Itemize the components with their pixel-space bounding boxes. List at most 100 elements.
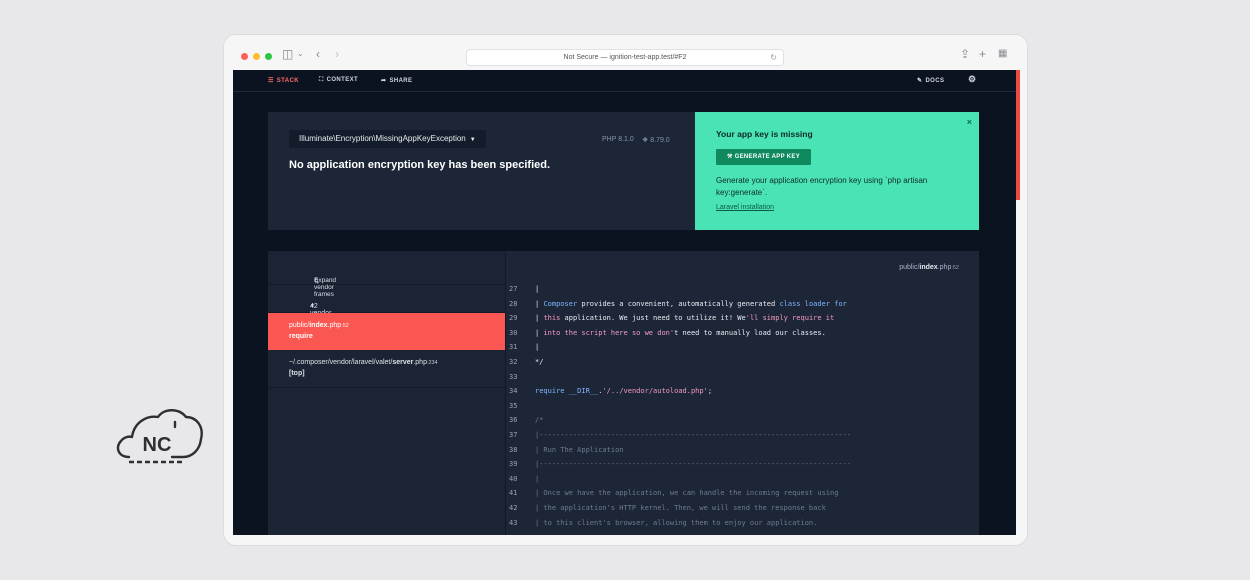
php-version: PHP 8.1.0 xyxy=(602,136,634,143)
code-line: 33 xyxy=(505,373,979,387)
laravel-installation-link[interactable]: Laravel installation xyxy=(716,204,774,211)
chevron-down-icon: ▼ xyxy=(310,303,315,309)
line-number: 27 xyxy=(509,285,518,293)
code-text: /* xyxy=(535,416,544,425)
code-snippet: 27 | 28 | Composer provides a convenient, a… xyxy=(505,285,979,535)
sidebar-toggle-icon[interactable]: ◫ xyxy=(282,47,293,61)
line-number: 35 xyxy=(509,401,518,410)
forward-icon[interactable]: › xyxy=(335,47,339,61)
code-text: | to this client's browser, allowing the… xyxy=(535,518,818,527)
code-line: 29 | this application. We just need to ut… xyxy=(505,314,979,328)
line-number: 36 xyxy=(509,416,518,425)
browser-window: ◫ ⌄ ‹ › Not Secure — ignition-test-app.t… xyxy=(224,35,1027,545)
minimize-window-button[interactable] xyxy=(253,53,260,60)
code-text: | this application. We just need to util… xyxy=(535,314,835,323)
stack-trace-panel: ⇅ Expand vendor frames 42 vendor frames … xyxy=(268,251,979,535)
code-text: |---------------------------------------… xyxy=(535,431,852,439)
code-line: 43 | to this client's browser, allowing t… xyxy=(505,519,979,533)
chevron-down-icon[interactable]: ⌄ xyxy=(297,47,304,61)
line-number: 30 xyxy=(509,328,518,337)
chevron-down-icon: ▼ xyxy=(469,137,476,143)
tab-overview-icon[interactable]: ▦ xyxy=(998,47,1007,61)
line-number: 29 xyxy=(509,314,518,323)
code-line: 41 | Once we have the application, we can… xyxy=(505,489,979,503)
tab-context[interactable]: ⛶ CONTEXT xyxy=(319,77,358,84)
zoom-window-button[interactable] xyxy=(265,53,272,60)
code-line: 27 | xyxy=(505,285,979,299)
code-line: 37 |-------------------------------------… xyxy=(505,431,979,445)
laravel-icon: ❖ xyxy=(642,137,649,144)
laravel-version: ❖ 8.79.0 xyxy=(642,137,670,144)
scrollbar[interactable] xyxy=(1016,70,1020,200)
stack-icon: ☰ xyxy=(268,78,274,84)
wrench-icon: ⚒ xyxy=(726,154,733,160)
nc-logo-text: NC xyxy=(143,434,172,456)
browser-toolbar: ◫ ⌄ ‹ › Not Secure — ignition-test-app.t… xyxy=(224,35,1027,70)
code-line: 36 /* xyxy=(505,416,979,430)
line-number: 32 xyxy=(509,358,518,366)
frame-path: public/index.php:52 xyxy=(289,322,349,329)
new-tab-icon[interactable]: + xyxy=(979,47,986,61)
line-number: 33 xyxy=(509,372,518,381)
line-number: 42 xyxy=(509,504,518,512)
share-arrow-icon: ➦ xyxy=(381,78,387,84)
solution-description: Generate your application encryption key… xyxy=(716,176,928,197)
settings-gear-icon[interactable]: ⚙ xyxy=(968,74,976,85)
vendor-frames-toggle[interactable]: 42 vendor frames ▼ xyxy=(268,285,505,324)
tab-share[interactable]: ➦ SHARE xyxy=(381,77,412,84)
error-card: Illuminate\Encryption\MissingAppKeyExcep… xyxy=(268,112,979,230)
error-message: No application encryption key has been s… xyxy=(289,159,551,171)
solution-title: Your app key is missing xyxy=(716,129,813,139)
line-number: 38 xyxy=(509,445,518,454)
code-text: | xyxy=(535,285,540,293)
code-line: 31 | xyxy=(505,343,979,357)
context-icon: ⛶ xyxy=(319,77,324,83)
code-file-path[interactable]: public/index.php:52 xyxy=(899,264,959,271)
ignition-nav: ☰ STACK ⛶ CONTEXT ➦ SHARE ✎ DOCS ⚙ xyxy=(233,70,1016,92)
code-text: | the application's HTTP kernel. Then, w… xyxy=(535,504,826,512)
code-line: 38 | Run The Application xyxy=(505,446,979,460)
url-text: Not Secure — ignition-test-app.test/#F2 xyxy=(563,54,687,61)
code-text: */ xyxy=(535,358,544,366)
line-number: 37 xyxy=(509,431,518,439)
frame-function: require xyxy=(289,333,313,340)
code-text: | Once we have the application, we can h… xyxy=(535,489,839,498)
docs-icon: ✎ xyxy=(917,78,923,84)
docs-link[interactable]: ✎ DOCS xyxy=(917,77,944,84)
back-icon[interactable]: ‹ xyxy=(316,47,320,61)
frame-function: [top] xyxy=(289,370,305,377)
code-line: 40 | xyxy=(505,475,979,489)
code-line: 39 |-------------------------------------… xyxy=(505,460,979,474)
code-text: | xyxy=(535,474,540,483)
code-line: 30 | into the script here so we don't nee… xyxy=(505,329,979,343)
line-number: 28 xyxy=(509,299,518,308)
tab-stack[interactable]: ☰ STACK xyxy=(268,77,299,84)
code-line: 34 require __DIR__.'/../vendor/autoload.p… xyxy=(505,387,979,401)
stack-frame-item[interactable]: ~/.composer/vendor/laravel/valet/server.… xyxy=(268,350,505,388)
code-text: | Composer provides a convenient, automa… xyxy=(535,299,847,308)
page-viewport: ☰ STACK ⛶ CONTEXT ➦ SHARE ✎ DOCS ⚙ Illuminat… xyxy=(233,70,1016,535)
stack-frame-item[interactable]: public/index.php:52 require xyxy=(268,313,505,350)
code-line: 35 xyxy=(505,402,979,416)
code-line: 42 | the application's HTTP kernel. Then,… xyxy=(505,504,979,518)
solution-panel: × Your app key is missing ⚒ GENERATE APP… xyxy=(695,112,979,230)
code-line: 28 | Composer provides a convenient, auto… xyxy=(505,300,979,314)
line-number: 39 xyxy=(509,460,518,469)
expand-vendor-frames-button[interactable]: ⇅ Expand vendor frames xyxy=(268,251,505,298)
code-text: |---------------------------------------… xyxy=(535,460,852,469)
close-window-button[interactable] xyxy=(241,53,248,60)
close-icon[interactable]: × xyxy=(967,117,972,127)
code-text: | Run The Application xyxy=(535,445,624,454)
generate-app-key-button[interactable]: ⚒ GENERATE APP KEY xyxy=(716,149,811,165)
frames-list: ⇅ Expand vendor frames 42 vendor frames … xyxy=(268,251,506,535)
reload-icon[interactable]: ↻ xyxy=(770,50,777,65)
address-bar[interactable]: Not Secure — ignition-test-app.test/#F2 … xyxy=(466,49,784,66)
line-number: 31 xyxy=(509,343,518,352)
share-icon[interactable]: ⇪ xyxy=(960,47,970,61)
code-header: public/index.php:52 xyxy=(505,251,979,284)
line-number: 40 xyxy=(509,474,518,483)
frame-path: ~/.composer/vendor/laravel/valet/server.… xyxy=(289,359,438,366)
code-text: require __DIR__.'/../vendor/autoload.php… xyxy=(535,387,713,396)
line-number: 43 xyxy=(509,518,518,527)
exception-class-selector[interactable]: Illuminate\Encryption\MissingAppKeyExcep… xyxy=(289,130,486,148)
